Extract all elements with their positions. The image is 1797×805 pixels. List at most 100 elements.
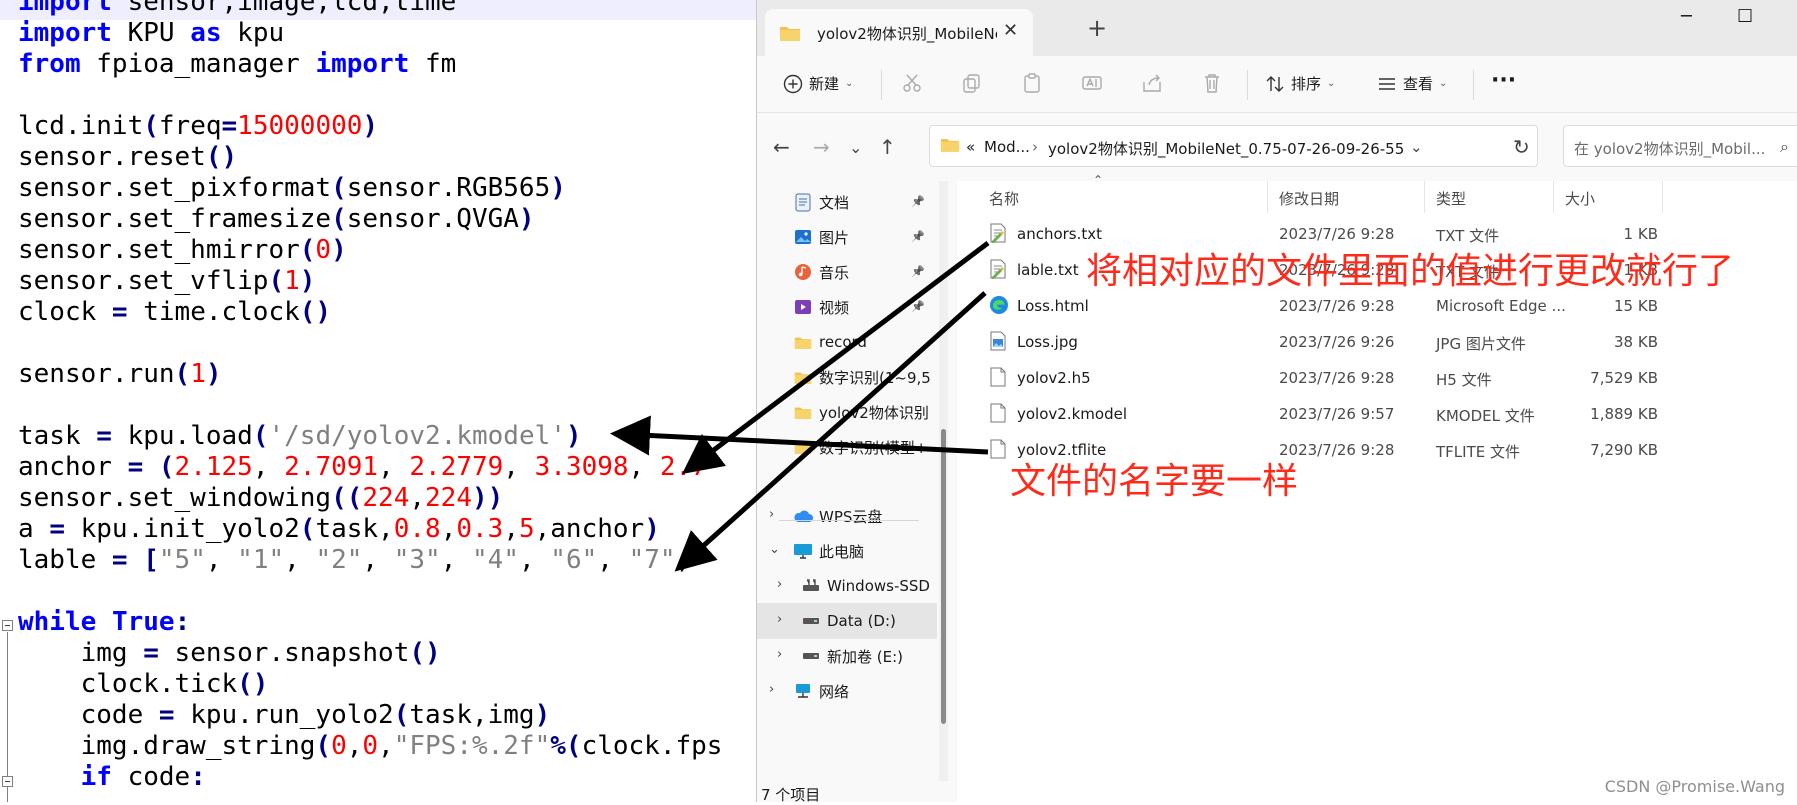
code-token: code: [18, 700, 159, 730]
code-line[interactable]: [18, 328, 722, 359]
column-divider[interactable]: [1553, 181, 1554, 213]
code-line[interactable]: lcd.init(freq=15000000): [18, 111, 722, 142]
code-line[interactable]: clock.tick(): [18, 669, 722, 700]
code-token: sensor.QVGA: [346, 204, 519, 234]
new-tab-button[interactable]: +: [1087, 16, 1107, 40]
nav-item-quick-access[interactable]: 数字识别(1~9,5: [757, 359, 937, 395]
sort-button[interactable]: 排序 ⌄: [1265, 73, 1335, 94]
code-line[interactable]: sensor.set_hmirror(0): [18, 235, 722, 266]
file-row[interactable]: Loss.jpg 2023/7/26 9:26 JPG 图片文件 38 KB: [957, 323, 1797, 359]
column-header-type[interactable]: 类型: [1436, 188, 1466, 209]
file-row[interactable]: yolov2.h5 2023/7/26 9:28 H5 文件 7,529 KB: [957, 359, 1797, 395]
tab-close-icon[interactable]: ✕: [1003, 20, 1018, 41]
nav-item-quick-access[interactable]: 图片 📌: [757, 219, 937, 255]
column-header-name[interactable]: 名称: [989, 188, 1019, 209]
code-line[interactable]: img.draw_string(0,0,"FPS:%.2f"%(clock.fp…: [18, 731, 723, 762]
code-line[interactable]: sensor.reset(): [18, 142, 722, 173]
code-number: 15000000: [237, 111, 363, 141]
nav-item-quick-access[interactable]: 视频 📌: [757, 289, 937, 325]
share-icon[interactable]: [1141, 72, 1163, 94]
column-divider[interactable]: [1424, 181, 1425, 213]
code-token: (: [393, 700, 410, 730]
cut-icon[interactable]: [901, 72, 923, 94]
breadcrumb-item[interactable]: Mod...: [984, 138, 1030, 156]
code-line[interactable]: from fpioa_manager import fm: [18, 49, 722, 80]
nav-item-quick-access[interactable]: 音乐 📌: [757, 254, 937, 290]
expand-chevron-icon[interactable]: ›: [769, 682, 774, 697]
expand-chevron-icon[interactable]: ›: [777, 647, 782, 662]
code-line[interactable]: [18, 80, 722, 111]
file-date: 2023/7/26 9:28: [1279, 369, 1395, 387]
nav-item-quick-access[interactable]: 文档 📌: [757, 184, 937, 220]
nav-item-this-pc[interactable]: ⌄ 此电脑: [757, 533, 937, 569]
code-line[interactable]: anchor = (2.125, 2.7091, 2.2779, 3.3098,…: [18, 452, 722, 483]
code-line[interactable]: [18, 390, 722, 421]
column-divider[interactable]: [1662, 181, 1663, 213]
nav-item-quick-access[interactable]: record: [757, 324, 937, 360]
collapse-chevron-icon[interactable]: ⌄: [769, 542, 780, 557]
code-text[interactable]: import sensor,image,lcd,time import KPU a…: [18, 0, 722, 793]
column-header-date[interactable]: 修改日期: [1279, 188, 1339, 209]
delete-icon[interactable]: [1201, 72, 1223, 94]
code-line[interactable]: img = sensor.snapshot(): [18, 638, 722, 669]
new-button[interactable]: 新建 ⌄: [783, 73, 853, 94]
code-line[interactable]: sensor.set_windowing((224,224)): [18, 483, 722, 514]
nav-item-drive[interactable]: › Data (D:): [757, 603, 937, 639]
code-line[interactable]: if code:: [18, 762, 722, 793]
nav-scrollbar[interactable]: [939, 181, 948, 781]
nav-scrollbar-thumb[interactable]: [941, 429, 946, 724]
code-line[interactable]: sensor.set_vflip(1): [18, 266, 722, 297]
code-editor[interactable]: import sensor,image,lcd,time import KPU a…: [0, 0, 760, 802]
recent-locations-icon[interactable]: ⌄: [849, 138, 862, 157]
expand-chevron-icon[interactable]: ›: [769, 507, 774, 522]
code-token: (: [331, 204, 347, 234]
code-line[interactable]: sensor.set_framesize(sensor.QVGA): [18, 204, 722, 235]
code-line[interactable]: a = kpu.init_yolo2(task,0.8,0.3,5,anchor…: [18, 514, 722, 545]
code-token: kpu.init_yolo2: [64, 514, 300, 544]
nav-item-quick-access[interactable]: yolov2物体识别: [757, 394, 937, 430]
code-line[interactable]: while True:: [18, 607, 722, 638]
column-divider[interactable]: [1267, 181, 1268, 213]
nav-item-wps-cloud[interactable]: › WPS云盘: [757, 498, 937, 534]
copy-icon[interactable]: [961, 72, 983, 94]
code-line[interactable]: import KPU as kpu: [18, 18, 722, 49]
search-box[interactable]: 在 yolov2物体识别_Mobil... ⌕: [1563, 125, 1797, 167]
fold-toggle-if[interactable]: [2, 776, 13, 787]
minimize-button[interactable]: ─: [1681, 6, 1692, 27]
code-token: time.clock: [127, 297, 300, 327]
explorer-tab[interactable]: yolov2物体识别_MobileNet_0. ✕: [765, 9, 1033, 56]
view-button[interactable]: 查看 ⌄: [1377, 73, 1447, 94]
code-line[interactable]: import sensor,image,lcd,time: [18, 0, 722, 18]
code-line[interactable]: sensor.run(1): [18, 359, 722, 390]
code-number: 0.3: [456, 514, 504, 544]
back-arrow-icon[interactable]: ←: [773, 135, 790, 159]
refresh-icon[interactable]: ↻: [1513, 135, 1530, 159]
nav-item-drive[interactable]: › 新加卷 (E:): [757, 638, 937, 674]
expand-chevron-icon[interactable]: ›: [777, 577, 782, 592]
code-line[interactable]: [18, 576, 722, 607]
column-header-size[interactable]: 大小: [1565, 188, 1595, 209]
breadcrumb-item[interactable]: yolov2物体识别_MobileNet_0.75-07-26-09-26-55: [1048, 138, 1404, 159]
maximize-button[interactable]: ☐: [1737, 6, 1753, 27]
code-token: (: [299, 514, 316, 544]
file-row[interactable]: yolov2.kmodel 2023/7/26 9:57 KMODEL 文件 1,88…: [957, 395, 1797, 431]
address-bar[interactable]: « Mod... › yolov2物体识别_MobileNet_0.75-07-…: [929, 125, 1538, 167]
code-line[interactable]: code = kpu.run_yolo2(task,img): [18, 700, 722, 731]
code-line[interactable]: sensor.set_pixformat(sensor.RGB565): [18, 173, 722, 204]
breadcrumb-overflow[interactable]: «: [966, 138, 975, 156]
expand-chevron-icon[interactable]: ›: [777, 612, 782, 627]
code-line[interactable]: clock = time.clock(): [18, 297, 722, 328]
paste-icon[interactable]: [1021, 72, 1043, 94]
nav-item-drive[interactable]: › Windows-SSD: [757, 568, 937, 604]
forward-arrow-icon[interactable]: →: [813, 135, 830, 159]
nav-item-quick-access[interactable]: 数字识别(模型+: [757, 429, 937, 465]
rename-icon[interactable]: [1081, 72, 1103, 94]
code-line[interactable]: lable = ["5", "1", "2", "3", "4", "6", "…: [18, 545, 722, 576]
fold-toggle-while[interactable]: [2, 620, 13, 631]
up-arrow-icon[interactable]: ↑: [879, 135, 896, 159]
more-options-button[interactable]: ···: [1491, 68, 1516, 93]
chevron-down-icon[interactable]: ⌄: [1410, 138, 1423, 156]
code-number: 224: [425, 483, 472, 513]
code-line[interactable]: task = kpu.load('/sd/yolov2.kmodel'): [18, 421, 722, 452]
nav-item-network[interactable]: › 网络: [757, 673, 937, 709]
